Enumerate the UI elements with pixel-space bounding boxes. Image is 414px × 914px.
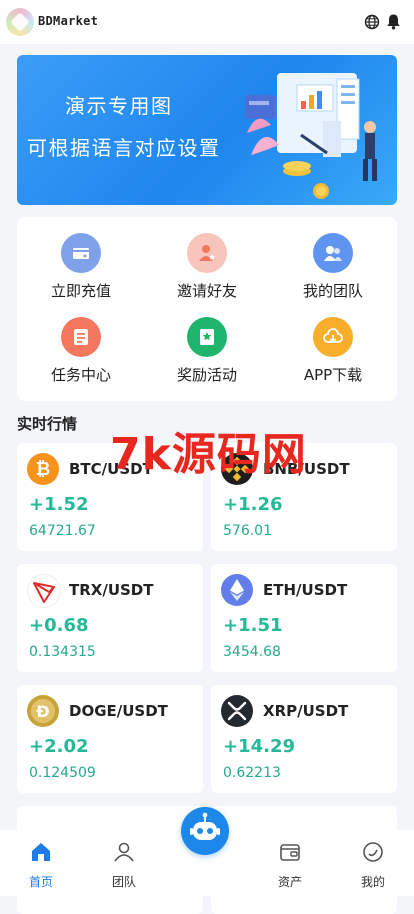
menu-item-task-center[interactable]: 任务中心 [21, 317, 141, 385]
profile-icon [363, 842, 383, 862]
robot-assistant-icon [190, 812, 220, 840]
coin-change: +14.29 [223, 736, 296, 757]
menu-label-reward: 奖励活动 [176, 366, 237, 384]
coin-change: +0.68 [29, 615, 89, 636]
xrp-icon [221, 695, 253, 727]
tab-label-profile: 我的 [360, 875, 385, 889]
coin-card-trx[interactable]: TRX/USDT +0.68 0.134315 [17, 564, 203, 672]
svg-text:Ð: Ð [36, 702, 49, 721]
coin-price: 576.01 [223, 523, 272, 539]
menu-item-reward[interactable]: 奖励活动 [147, 317, 267, 385]
globe-icon[interactable] [364, 14, 380, 30]
tab-label-assets: 资产 [277, 875, 302, 889]
wallet-icon [280, 844, 300, 861]
trx-icon [27, 574, 61, 608]
team-icon [313, 233, 353, 273]
coin-price: 64721.67 [29, 523, 96, 539]
menu-item-team[interactable]: 我的团队 [273, 233, 393, 301]
market-section-title: 实时行情 [17, 415, 78, 433]
banner-illustration [245, 73, 377, 199]
menu-item-invite[interactable]: 邀请好友 [147, 233, 267, 301]
coin-card-doge[interactable]: Ð DOGE/USDT +2.02 0.124509 [17, 685, 203, 793]
menu-label-task-center: 任务中心 [50, 366, 111, 384]
home-icon [32, 843, 50, 861]
menu-item-app-download[interactable]: APP下载 [273, 317, 393, 385]
coin-pair: DOGE/USDT [69, 702, 168, 720]
coin-price: 0.124509 [29, 765, 96, 781]
menu-label-app-download: APP下载 [303, 366, 363, 384]
coin-card-xrp[interactable]: XRP/USDT +14.29 0.62213 [211, 685, 397, 793]
coin-price: 0.134315 [29, 644, 96, 660]
app-logo [6, 8, 34, 36]
tab-label-home: 首页 [28, 875, 53, 889]
coin-card-eth[interactable]: ETH/USDT +1.51 3454.68 [211, 564, 397, 672]
eth-icon [221, 574, 253, 606]
tab-assets[interactable]: 资产 [249, 830, 331, 896]
coin-price: 0.62213 [223, 765, 281, 781]
bell-icon[interactable] [386, 13, 401, 30]
coin-pair: XRP/USDT [263, 702, 349, 720]
menu-label-team: 我的团队 [302, 282, 363, 300]
quick-menu: 立即充值 邀请好友 我的团队 任务中心 奖励活动 APP下载 [17, 217, 397, 401]
reward-activity-icon [187, 317, 227, 357]
tab-home[interactable]: 首页 [0, 830, 82, 896]
coin-pair: TRX/USDT [69, 581, 154, 599]
menu-label-invite: 邀请好友 [176, 282, 237, 300]
doge-icon: Ð [27, 695, 59, 727]
menu-label-recharge: 立即充值 [50, 282, 111, 300]
btc-icon: ₿ [27, 453, 59, 485]
coin-change: +2.02 [29, 736, 89, 757]
tab-profile[interactable]: 我的 [332, 830, 414, 896]
team-tab-icon [114, 842, 134, 862]
tab-label-team: 团队 [111, 875, 136, 889]
coin-pair: ETH/USDT [263, 581, 348, 599]
recharge-icon [61, 233, 101, 273]
banner-line1: 演示专用图 [65, 94, 173, 118]
banner-line2: 可根据语言对应设置 [27, 136, 221, 160]
coin-change: +1.26 [223, 494, 283, 515]
svg-text:₿: ₿ [36, 459, 51, 480]
invite-friend-icon [187, 233, 227, 273]
menu-item-recharge[interactable]: 立即充值 [21, 233, 141, 301]
top-bar: BDMarket [0, 0, 414, 44]
coin-price: 3454.68 [223, 644, 281, 660]
robot-assistant-button[interactable] [181, 807, 229, 855]
coin-change: +1.51 [223, 615, 283, 636]
app-download-icon [313, 317, 353, 357]
tab-team[interactable]: 团队 [83, 830, 165, 896]
watermark-text: 7k源码网 [110, 429, 307, 480]
app-title: BDMarket [38, 14, 99, 28]
task-center-icon [61, 317, 101, 357]
promo-banner[interactable]: 演示专用图 可根据语言对应设置 [17, 55, 397, 205]
coin-change: +1.52 [29, 494, 89, 515]
